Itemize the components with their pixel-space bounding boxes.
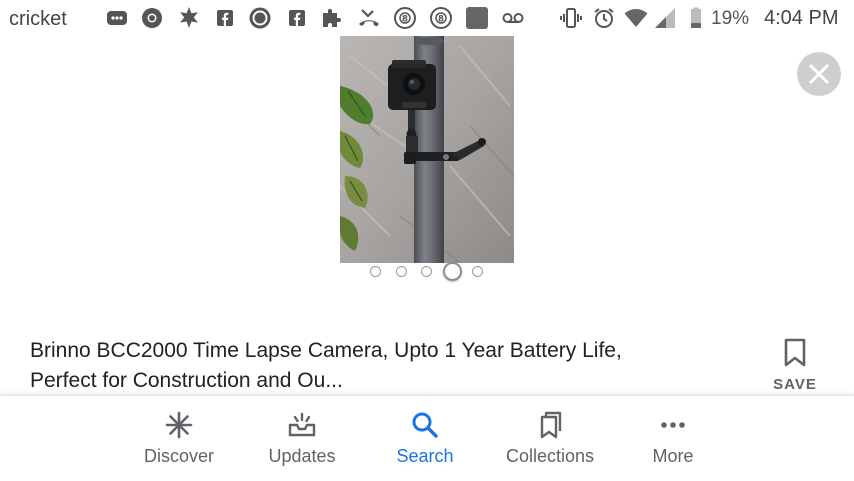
pagination-dot-active[interactable] bbox=[443, 262, 462, 281]
svg-text:8: 8 bbox=[438, 14, 444, 24]
alarm-icon bbox=[592, 6, 616, 30]
pagination-dot[interactable] bbox=[396, 266, 407, 277]
carrier-name: cricket bbox=[9, 8, 67, 30]
voicemail-icon bbox=[501, 6, 525, 30]
chrome-icon bbox=[140, 6, 164, 30]
more-dots-icon bbox=[661, 422, 685, 428]
product-title-line: Brinno BCC2000 Time Lapse Camera, Upto 1… bbox=[30, 339, 622, 362]
messages-icon bbox=[105, 6, 129, 30]
nav-discover[interactable]: Discover bbox=[119, 396, 239, 481]
close-button[interactable] bbox=[797, 52, 841, 96]
clock: 4:04 PM bbox=[764, 7, 839, 29]
pagination-dot[interactable] bbox=[370, 266, 381, 277]
puzzle-icon bbox=[320, 6, 344, 30]
status-bar: cricket 8 8 19% 4:04 PM bbox=[0, 0, 854, 38]
collections-bookmark-icon bbox=[540, 411, 562, 439]
bottom-navigation: Discover Updates Search Collections More bbox=[0, 395, 854, 481]
star-badge-icon bbox=[177, 6, 201, 30]
nav-more[interactable]: More bbox=[613, 396, 733, 481]
asterisk-icon bbox=[165, 411, 193, 439]
battery-percentage: 19% bbox=[711, 8, 750, 29]
updates-tray-icon bbox=[288, 412, 316, 437]
signal-icon bbox=[653, 6, 677, 30]
nav-collections[interactable]: Collections bbox=[490, 396, 610, 481]
wifi-icon bbox=[624, 6, 648, 30]
eight-ball-icon: 8 bbox=[429, 6, 453, 30]
pagination-dot[interactable] bbox=[421, 266, 432, 277]
svg-text:8: 8 bbox=[402, 14, 408, 24]
product-title[interactable]: Brinno BCC2000 Time Lapse Camera, Upto 1… bbox=[30, 336, 730, 396]
missed-call-icon bbox=[357, 6, 381, 30]
nav-label: Updates bbox=[268, 446, 336, 466]
app-square-icon bbox=[465, 6, 489, 30]
facebook-icon bbox=[213, 6, 237, 30]
nav-updates[interactable]: Updates bbox=[242, 396, 362, 481]
pagination-dot[interactable] bbox=[472, 266, 483, 277]
eight-ball-icon: 8 bbox=[393, 6, 417, 30]
bookmark-icon bbox=[784, 338, 806, 367]
nav-label: More bbox=[652, 446, 694, 466]
battery-icon bbox=[684, 6, 708, 30]
product-title-line: Perfect for Construction and Ou... bbox=[30, 369, 343, 392]
close-icon bbox=[809, 64, 829, 84]
gallery-pagination bbox=[368, 262, 498, 282]
product-image[interactable] bbox=[340, 36, 514, 263]
facebook-icon bbox=[285, 6, 309, 30]
nav-label: Search bbox=[396, 446, 454, 466]
nav-label: Discover bbox=[143, 446, 214, 466]
nav-label: Collections bbox=[505, 446, 595, 466]
poker-chip-icon bbox=[248, 6, 272, 30]
vibrate-icon bbox=[559, 6, 583, 30]
save-button[interactable]: SAVE bbox=[768, 336, 822, 396]
nav-search[interactable]: Search bbox=[365, 396, 485, 481]
search-icon bbox=[412, 412, 438, 438]
save-label: SAVE bbox=[773, 376, 817, 393]
